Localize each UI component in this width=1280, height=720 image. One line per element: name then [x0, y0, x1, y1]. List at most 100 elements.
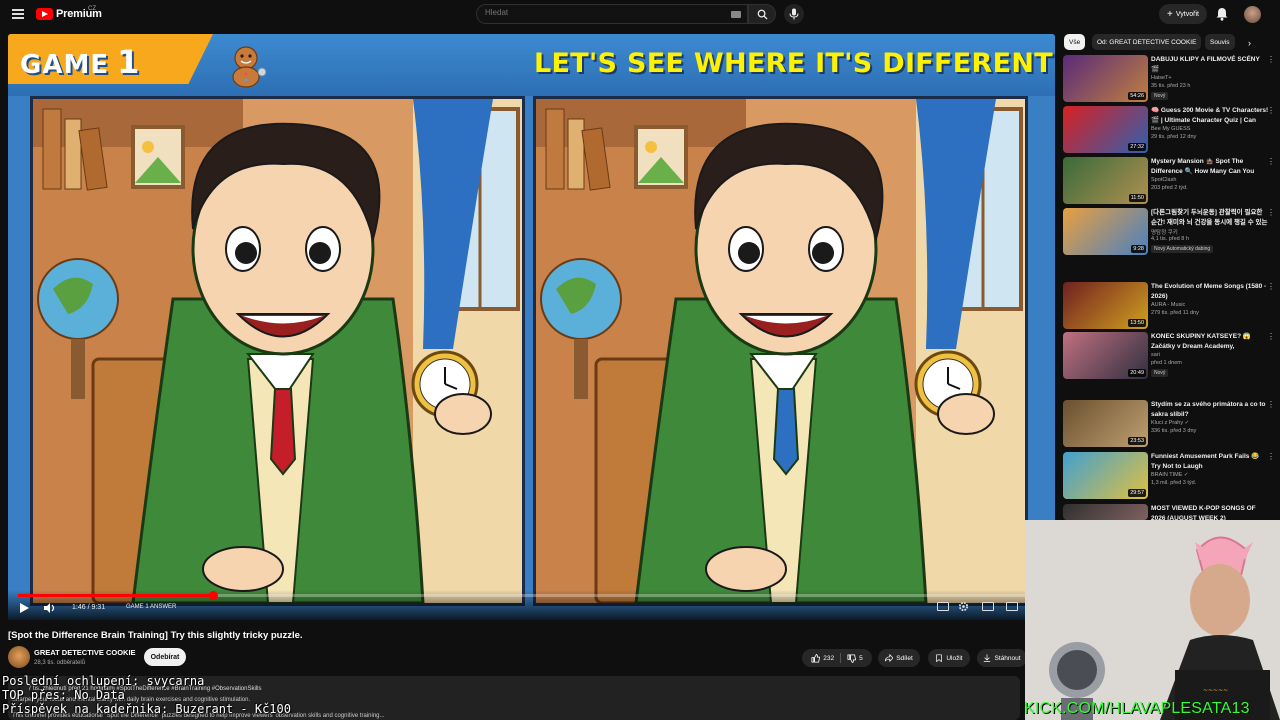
recommendation-duration: 9:28 — [1131, 245, 1146, 253]
recommendation-channel[interactable]: HaiseT+ — [1151, 75, 1172, 81]
hamburger-menu-icon[interactable] — [12, 9, 24, 19]
recommendation-title[interactable]: Mystery Mansion 🏚️ Spot The Difference 🔍… — [1151, 157, 1269, 176]
recommendation-title[interactable]: KONEC SKUPINY KATSEYE? 😱 Začátky v Dream… — [1151, 332, 1269, 351]
subtitles-icon[interactable] — [937, 602, 949, 611]
recommendation-item[interactable]: 13:50 The Evolution of Meme Songs (1580 -… — [1063, 282, 1275, 332]
subscribe-button[interactable]: Odebírat — [144, 648, 186, 666]
more-options-icon[interactable]: ⋮ — [1267, 106, 1275, 115]
recommendation-duration: 20:49 — [1128, 369, 1146, 377]
recommendation-thumbnail[interactable]: 13:50 — [1063, 282, 1148, 329]
stream-overlay-line-3: Příspěvek na kadeřnika: Buzerant - Kč100 — [2, 702, 291, 716]
recommendation-item[interactable]: 9:28 [다른그림찾기 두뇌운동] 관찰력이 필요한 순간! 재미와 뇌 건강을… — [1063, 208, 1275, 258]
recommendation-thumbnail[interactable]: 29:57 — [1063, 452, 1148, 499]
recommendation-channel[interactable]: 명탐정 쿠키 — [1151, 228, 1178, 236]
recommendation-title[interactable]: Funniest Amusement Park Fails 😂 Try Not … — [1151, 452, 1269, 471]
video-header-banner: GAME 1 LET'S SEE WHERE IT'S DIFFERENT — [8, 34, 1055, 96]
channel-avatar[interactable] — [8, 646, 30, 668]
recommendation-duration: 13:50 — [1128, 319, 1146, 327]
recommendation-channel[interactable]: Kluci z Prahy ✓ — [1151, 420, 1189, 426]
recommendation-duration: 23:53 — [1128, 437, 1146, 445]
more-options-icon[interactable]: ⋮ — [1267, 332, 1275, 341]
progress-bar[interactable] — [18, 591, 1045, 600]
settings-gear-icon[interactable] — [958, 601, 969, 612]
player-controls: 1:46 / 9:31 GAME 1 ANSWER — [8, 590, 1055, 620]
recommendation-thumbnail[interactable]: 23:53 — [1063, 400, 1148, 447]
video-player[interactable]: GAME 1 LET'S SEE WHERE IT'S DIFFERENT 1:… — [8, 34, 1055, 620]
youtube-play-icon — [36, 8, 53, 20]
channel-name[interactable]: GREAT DETECTIVE COOKIE — [34, 648, 136, 657]
progress-scrubber[interactable] — [209, 591, 219, 600]
recommendation-channel[interactable]: sari — [1151, 352, 1160, 358]
recommendation-stats: 279 tis. před 11 dny — [1151, 310, 1199, 316]
chapter-label[interactable]: GAME 1 ANSWER — [126, 604, 176, 610]
recommendation-thumbnail[interactable]: 54:26 — [1063, 55, 1148, 102]
chips-next-arrow-icon[interactable]: › — [1248, 38, 1251, 48]
recommendation-badge: Nový Automatický dabing — [1151, 245, 1214, 253]
volume-icon[interactable] — [44, 603, 56, 613]
gingerbread-mascot-icon — [232, 46, 266, 88]
webcam-overlay: ~~~~~ — [1025, 520, 1280, 720]
save-button[interactable]: Uložit — [928, 649, 970, 667]
stream-overlay-line-2: TOP přes: No Data — [2, 688, 125, 702]
recommendation-stats: 35 tis. před 23 h — [1151, 83, 1191, 89]
chip-from-channel[interactable]: Od: GREAT DETECTIVE COOKIE — [1092, 34, 1202, 50]
notifications-bell-icon[interactable] — [1216, 7, 1228, 21]
chip-all[interactable]: Vše — [1064, 34, 1086, 50]
recommendation-item[interactable]: 54:26 DABUJU KLIPY A FILMOVÉ SCÉNY 🎬 Haise… — [1063, 55, 1275, 105]
download-button[interactable]: Stáhnout — [977, 649, 1027, 667]
recommendation-thumbnail[interactable]: 9:28 — [1063, 208, 1148, 255]
recommendation-duration: 27:32 — [1128, 143, 1146, 151]
more-options-icon[interactable]: ⋮ — [1267, 400, 1275, 409]
recommendation-channel[interactable]: BRAIN TIME ✓ — [1151, 472, 1189, 478]
recommendation-title[interactable]: [다른그림찾기 두뇌운동] 관찰력이 필요한 순간! 재미와 뇌 건강을 동시에… — [1151, 208, 1269, 227]
more-options-icon[interactable]: ⋮ — [1267, 157, 1275, 166]
voice-search-button[interactable] — [784, 4, 804, 24]
game-label: GAME 1 — [20, 43, 140, 81]
recommendation-channel[interactable]: AURA - Music — [1151, 302, 1185, 308]
subscriber-count: 28,3 tis. odběratelů — [34, 660, 86, 666]
play-icon[interactable] — [20, 603, 29, 613]
filter-chips: Vše Od: GREAT DETECTIVE COOKIE Souvis — [1064, 34, 1270, 50]
theater-mode-icon[interactable] — [1006, 602, 1018, 611]
share-arrow-icon — [885, 654, 894, 662]
thumbs-down-icon — [847, 653, 857, 663]
recommendation-thumbnail[interactable] — [1063, 504, 1148, 520]
download-label: Stáhnout — [994, 654, 1021, 662]
more-options-icon[interactable]: ⋮ — [1267, 282, 1275, 291]
game-number: 1 — [117, 43, 141, 81]
more-options-icon[interactable]: ⋮ — [1267, 452, 1275, 461]
recommendation-title[interactable]: The Evolution of Meme Songs (1580 - 2026… — [1151, 282, 1269, 301]
recommendation-item[interactable]: 23:53 Stydím se za svého primátora a co t… — [1063, 400, 1275, 450]
recommendation-title[interactable]: DABUJU KLIPY A FILMOVÉ SCÉNY 🎬 — [1151, 55, 1269, 74]
recommendation-item[interactable]: 29:57 Funniest Amusement Park Fails 😂 Try… — [1063, 452, 1275, 502]
search-button[interactable] — [748, 4, 776, 24]
like-button[interactable]: 232 — [811, 653, 834, 663]
recommendation-title[interactable]: Stydím se za svého primátora a co to sak… — [1151, 400, 1269, 419]
dislike-button[interactable]: 5 — [847, 653, 863, 663]
recommendation-channel[interactable]: Bee My GUESS — [1151, 126, 1190, 132]
search-box[interactable] — [476, 4, 748, 24]
more-options-icon[interactable]: ⋮ — [1267, 55, 1275, 64]
recommendation-thumbnail[interactable]: 11:50 — [1063, 157, 1148, 204]
recommendation-thumbnail[interactable]: 27:32 — [1063, 106, 1148, 153]
search-icon — [757, 9, 768, 20]
recommendation-channel[interactable]: SpotClash — [1151, 177, 1176, 183]
recommendation-thumbnail[interactable]: 20:49 — [1063, 332, 1148, 379]
top-bar: Premium CZ +Vytvořit — [0, 0, 1280, 30]
create-button[interactable]: + Vytvořit — [1159, 4, 1207, 24]
account-avatar[interactable] — [1244, 6, 1261, 23]
shirt-print-text: ~~~~~ — [1203, 687, 1228, 694]
recommendation-item[interactable]: 11:50 Mystery Mansion 🏚️ Spot The Differe… — [1063, 157, 1275, 207]
recommendation-stats: 29 tis. před 12 dny — [1151, 134, 1197, 140]
more-options-icon[interactable]: ⋮ — [1267, 208, 1275, 217]
share-button[interactable]: Sdílet — [878, 649, 920, 667]
recommendation-title[interactable]: 🧠 Guess 200 Movie & TV Characters! 🎬 | U… — [1151, 106, 1269, 125]
search-input[interactable] — [485, 8, 725, 17]
recommendation-item[interactable]: 20:49 KONEC SKUPINY KATSEYE? 😱 Začátky v … — [1063, 332, 1275, 382]
keyboard-icon[interactable] — [731, 11, 741, 18]
miniplayer-icon[interactable] — [982, 602, 994, 611]
time-display: 1:46 / 9:31 — [72, 604, 106, 611]
recommendation-badge: Nový — [1151, 369, 1169, 377]
recommendation-item[interactable]: 27:32 🧠 Guess 200 Movie & TV Characters! … — [1063, 106, 1275, 156]
chip-related[interactable]: Souvis — [1205, 34, 1235, 50]
